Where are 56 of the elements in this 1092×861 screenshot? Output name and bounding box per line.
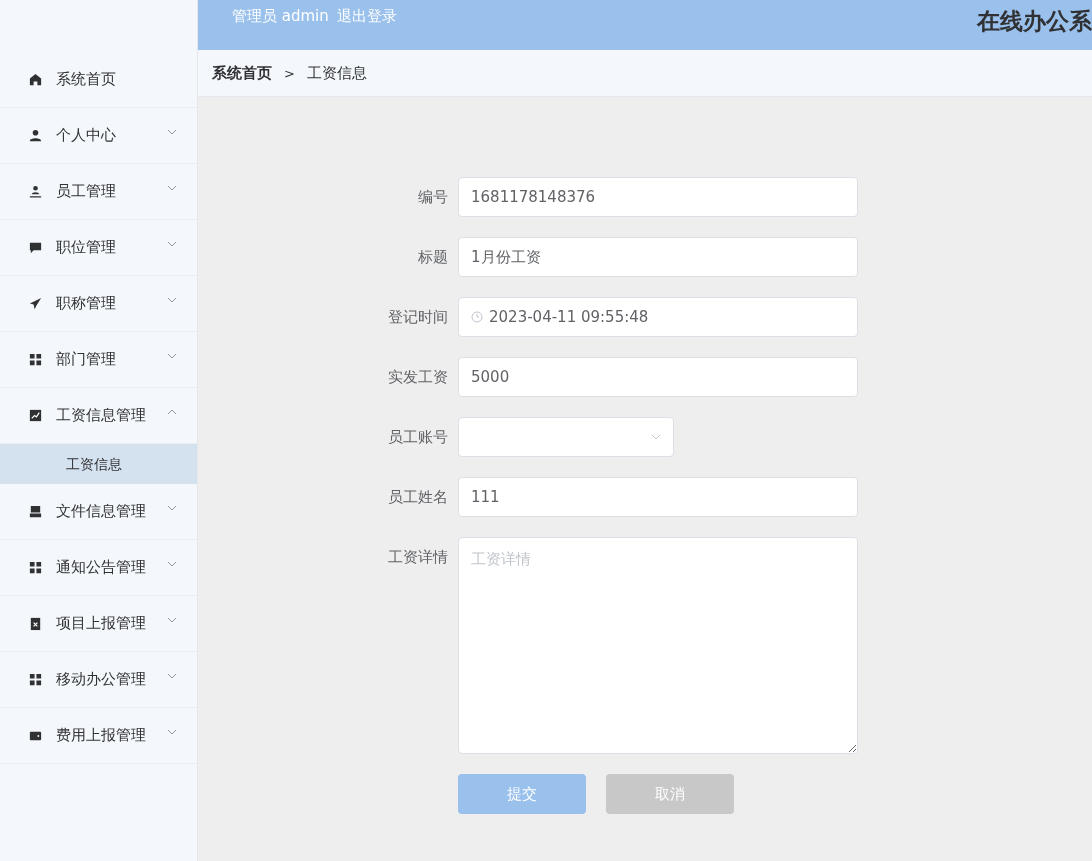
chevron-icon	[167, 616, 177, 623]
chevron-icon	[167, 560, 177, 567]
person-icon	[28, 184, 43, 199]
sidebar-item[interactable]: 部门管理	[0, 332, 197, 388]
form-label: 标题	[417, 247, 449, 268]
inbox-icon	[28, 504, 43, 519]
form-label: 员工账号	[387, 427, 449, 448]
form-label: 工资详情	[387, 547, 449, 568]
input-field[interactable]: 111	[458, 477, 858, 517]
chevron-icon	[167, 352, 177, 359]
chevron-icon	[167, 184, 177, 191]
form-label: 编号	[417, 187, 449, 208]
breadcrumb-current: 工资信息	[306, 63, 367, 83]
sidebar-item[interactable]: 职称管理	[0, 276, 197, 332]
input-field[interactable]: 5000	[458, 357, 858, 397]
paper-plane-icon	[28, 296, 43, 311]
chevron-icon	[167, 240, 177, 247]
clock-icon	[471, 311, 483, 323]
form-label: 实发工资	[387, 367, 449, 388]
sidebar-item[interactable]: 费用上报管理	[0, 708, 197, 764]
input-field[interactable]: 1月份工资	[458, 237, 858, 277]
home-icon	[28, 72, 43, 87]
chart-icon	[28, 408, 43, 423]
sidebar-item[interactable]: 文件信息管理	[0, 484, 197, 540]
form-label: 登记时间	[387, 307, 449, 328]
grid-icon	[28, 560, 43, 575]
chat-icon	[28, 240, 43, 255]
input-field[interactable]: 1681178148376	[458, 177, 858, 217]
chevron-icon	[167, 408, 177, 415]
chevron-icon	[167, 128, 177, 135]
sidebar-item[interactable]: 员工管理	[0, 164, 197, 220]
sidebar-item[interactable]: 个人中心	[0, 108, 197, 164]
sidebar-item[interactable]: 移动办公管理	[0, 652, 197, 708]
select-field[interactable]	[458, 417, 674, 457]
sidebar-item[interactable]: 系统首页	[0, 52, 197, 108]
clipboard-icon	[28, 616, 43, 631]
user-icon	[28, 128, 43, 143]
chevron-icon	[167, 672, 177, 679]
datetime-field[interactable]: 2023-04-11 09:55:48	[458, 297, 858, 337]
datetime-value: 2023-04-11 09:55:48	[489, 308, 649, 326]
sidebar-item[interactable]: 通知公告管理	[0, 540, 197, 596]
chevron-icon	[167, 728, 177, 735]
sidebar-item[interactable]: 项目上报管理	[0, 596, 197, 652]
app-title: 在线办公系	[977, 7, 1092, 36]
chevron-icon	[167, 504, 177, 511]
grid-icon	[28, 352, 43, 367]
user-label: 管理员 admin	[232, 7, 329, 26]
breadcrumb-link[interactable]: 系统首页	[212, 63, 272, 83]
submenu-item[interactable]: 工资信息	[0, 444, 197, 484]
grid-icon	[28, 672, 43, 687]
form-label: 员工姓名	[387, 487, 449, 508]
chevron-icon	[167, 296, 177, 303]
caret-icon	[651, 434, 661, 440]
sidebar-item[interactable]: 职位管理	[0, 220, 197, 276]
textarea-field[interactable]: 工资详情	[458, 537, 858, 754]
breadcrumb-separator: >	[284, 65, 295, 81]
